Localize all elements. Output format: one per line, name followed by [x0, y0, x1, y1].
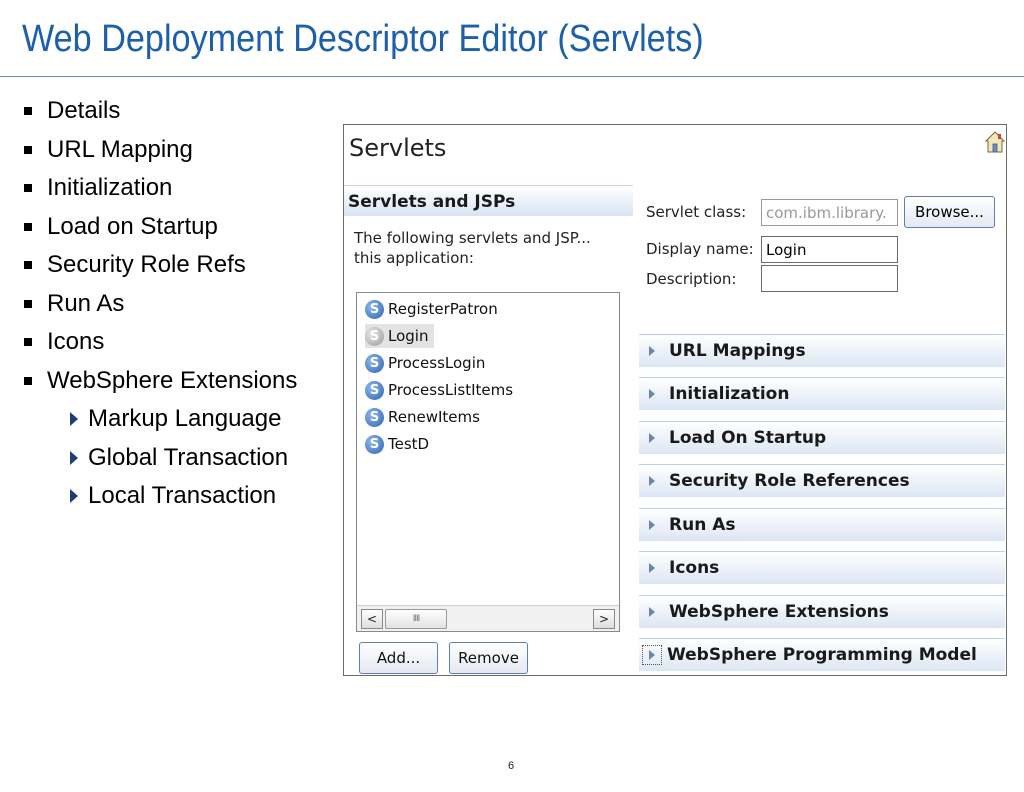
- section-description: The following servlets and JSP... this a…: [354, 229, 591, 267]
- list-item[interactable]: S RenewItems: [365, 405, 480, 429]
- sub-bullet-text: Global Transaction: [88, 443, 289, 471]
- triangle-bullet-icon: [70, 450, 78, 465]
- browse-button[interactable]: Browse...: [904, 196, 995, 228]
- square-bullet-icon: [24, 145, 32, 154]
- section-label: Load On Startup: [669, 428, 827, 448]
- section-title: Servlets and JSPs: [348, 192, 516, 212]
- scroll-right-button[interactable]: >: [593, 609, 615, 629]
- servlet-list[interactable]: S RegisterPatron S Login S ProcessLogin S Pr…: [356, 292, 620, 632]
- servlet-class-label: Servlet class:: [646, 203, 747, 221]
- home-icon[interactable]: [985, 131, 1005, 153]
- sub-bullet-text: Markup Language: [88, 405, 282, 432]
- bullet-item: Load on Startup: [22, 208, 297, 247]
- websphere-programming-model-section[interactable]: WebSphere Programming Model: [639, 638, 1005, 671]
- display-name-label: Display name:: [646, 240, 754, 258]
- servlets-and-jsps-header: Servlets and JSPs: [344, 185, 633, 216]
- bullet-item: Run As: [22, 285, 297, 324]
- list-item[interactable]: S ProcessListItems: [365, 378, 513, 402]
- square-bullet-icon: [24, 222, 32, 231]
- list-item[interactable]: S TestD: [365, 432, 429, 456]
- servlet-icon: S: [365, 407, 384, 427]
- expand-arrow-icon: [649, 476, 655, 486]
- servlet-name: RegisterPatron: [388, 300, 498, 318]
- servlet-name: ProcessListItems: [388, 381, 514, 399]
- sub-bullet-item: Markup Language: [22, 400, 297, 439]
- section-label: URL Mappings: [669, 341, 806, 361]
- description-label: Description:: [646, 270, 737, 288]
- title-divider: [0, 76, 1024, 77]
- servlet-name: Login: [388, 327, 429, 345]
- bullet-item: Details: [22, 92, 297, 131]
- run-as-section[interactable]: Run As: [639, 508, 1005, 541]
- section-label: WebSphere Programming Model: [667, 645, 977, 665]
- bullet-text: Run As: [47, 289, 125, 317]
- list-item-selected[interactable]: S Login: [365, 324, 435, 348]
- bullet-text: Icons: [47, 328, 105, 355]
- square-bullet-icon: [24, 107, 32, 116]
- display-name-field[interactable]: Login: [761, 236, 898, 263]
- bullet-text: Security Role Refs: [47, 251, 246, 278]
- sub-bullet-text: Local Transaction: [88, 482, 277, 509]
- remove-button[interactable]: Remove: [449, 642, 528, 674]
- add-button[interactable]: Add...: [359, 642, 438, 674]
- expand-arrow-icon: [649, 520, 655, 530]
- slide-title: Web Deployment Descriptor Editor (Servle…: [22, 18, 704, 60]
- initialization-section[interactable]: Initialization: [639, 377, 1005, 410]
- bullet-item: Security Role Refs: [22, 246, 297, 285]
- expand-arrow-icon: [649, 433, 655, 443]
- page-number: 6: [508, 760, 515, 772]
- icons-section[interactable]: Icons: [639, 551, 1005, 584]
- servlet-icon: S: [365, 353, 384, 373]
- list-item[interactable]: S RegisterPatron: [365, 297, 498, 321]
- editor-title: Servlets: [349, 134, 447, 162]
- scroll-thumb[interactable]: IIII: [385, 609, 447, 629]
- scroll-left-button[interactable]: <: [361, 609, 383, 629]
- square-bullet-icon: [24, 261, 32, 270]
- triangle-bullet-icon: [70, 412, 78, 427]
- expand-arrow-icon: [649, 346, 655, 356]
- security-role-references-section[interactable]: Security Role References: [639, 464, 1005, 497]
- servlet-name: RenewItems: [388, 408, 480, 426]
- bullet-text: Details: [47, 97, 121, 124]
- section-label: Run As: [669, 515, 736, 535]
- bullet-list: Details URL Mapping Initialization Load …: [22, 92, 297, 516]
- section-label: Initialization: [669, 384, 790, 404]
- bullet-text: Initialization: [47, 174, 173, 201]
- load-on-startup-section[interactable]: Load On Startup: [639, 421, 1005, 454]
- list-item[interactable]: S ProcessLogin: [365, 351, 485, 375]
- horizontal-scrollbar[interactable]: < IIII >: [357, 605, 619, 631]
- bullet-item: URL Mapping: [22, 131, 297, 170]
- servlet-icon: S: [365, 380, 384, 400]
- square-bullet-icon: [24, 299, 32, 308]
- square-bullet-icon: [24, 376, 32, 385]
- expand-arrow-icon: [642, 645, 662, 665]
- servlets-editor-panel: Servlets Servlets and JSPs The following…: [343, 124, 1007, 676]
- section-label: Security Role References: [669, 471, 910, 491]
- bullet-item: Icons: [22, 323, 297, 362]
- sub-bullet-item: Global Transaction: [22, 439, 297, 478]
- bullet-item: Initialization: [22, 169, 297, 208]
- bullet-text: Load on Startup: [47, 212, 218, 240]
- expand-arrow-icon: [649, 607, 655, 617]
- section-label: Icons: [669, 558, 720, 578]
- servlet-icon: S: [365, 434, 384, 454]
- expand-arrow-icon: [649, 563, 655, 573]
- triangle-bullet-icon: [70, 489, 78, 504]
- bullet-item: WebSphere Extensions: [22, 362, 297, 401]
- square-bullet-icon: [24, 338, 32, 347]
- servlet-icon: S: [365, 299, 384, 319]
- bullet-text: WebSphere Extensions: [47, 366, 298, 394]
- bullet-text: URL Mapping: [47, 135, 193, 163]
- servlet-name: ProcessLogin: [388, 354, 486, 372]
- servlet-class-field[interactable]: com.ibm.library.: [761, 199, 898, 226]
- sub-bullet-item: Local Transaction: [22, 477, 297, 516]
- section-label: WebSphere Extensions: [669, 602, 889, 622]
- description-field[interactable]: [761, 265, 898, 292]
- square-bullet-icon: [24, 184, 32, 193]
- websphere-extensions-section[interactable]: WebSphere Extensions: [639, 595, 1005, 628]
- servlet-icon: S: [365, 326, 384, 346]
- expand-arrow-icon: [649, 389, 655, 399]
- servlet-name: TestD: [388, 435, 430, 453]
- url-mappings-section[interactable]: URL Mappings: [639, 334, 1005, 367]
